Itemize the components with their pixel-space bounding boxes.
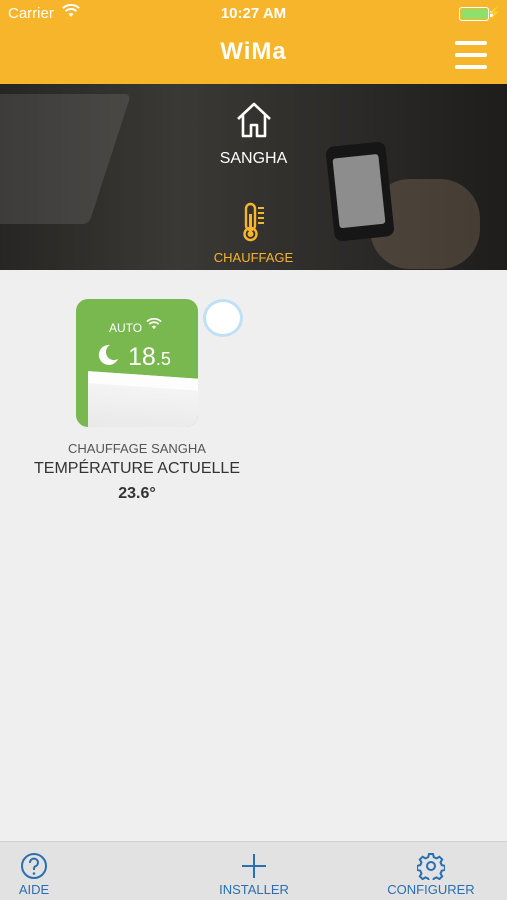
selection-indicator[interactable] [203, 299, 243, 337]
nav-configure[interactable]: CONFIGURER [378, 842, 484, 900]
wifi-icon [146, 318, 162, 330]
app-header: Carrier 10:27 AM ⚡ WiMa [0, 0, 507, 84]
moon-icon [98, 344, 118, 365]
device-tile[interactable]: AUTO 18.5 [76, 299, 198, 427]
setpoint-temperature: 18.5 [128, 343, 171, 372]
device-name: CHAUFFAGE SANGHA [68, 441, 206, 456]
status-time: 10:27 AM [220, 5, 287, 22]
section-label[interactable]: CHAUFFAGE [0, 250, 507, 265]
battery-icon [459, 7, 489, 21]
nav-help[interactable]: AIDE [4, 842, 64, 900]
reading-label: TEMPÉRATURE ACTUELLE [34, 460, 240, 477]
setpoint-integer: 18 [128, 343, 156, 371]
status-bar: Carrier 10:27 AM ⚡ [0, 0, 507, 28]
site-name[interactable]: SANGHA [0, 150, 507, 168]
nav-install[interactable]: INSTALLER [204, 842, 304, 900]
hamburger-menu-icon[interactable] [455, 41, 487, 69]
plus-icon [242, 854, 266, 878]
bottom-nav: AIDE INSTALLER CONFIGURER [0, 841, 507, 900]
app-title: WiMa [220, 38, 287, 65]
nav-label: INSTALLER [219, 882, 289, 897]
help-icon [21, 853, 47, 879]
home-icon[interactable] [234, 100, 274, 140]
nav-label: AIDE [18, 882, 50, 897]
mode-label: AUTO [109, 321, 143, 335]
nav-label: CONFIGURER [387, 882, 475, 897]
thermometer-icon[interactable] [240, 202, 268, 242]
charging-bolt-icon: ⚡ [486, 5, 503, 20]
setpoint-decimal: .5 [155, 349, 171, 369]
radiator-image [88, 371, 198, 427]
current-temperature: 23.6° [118, 485, 156, 502]
gear-icon [417, 853, 445, 880]
